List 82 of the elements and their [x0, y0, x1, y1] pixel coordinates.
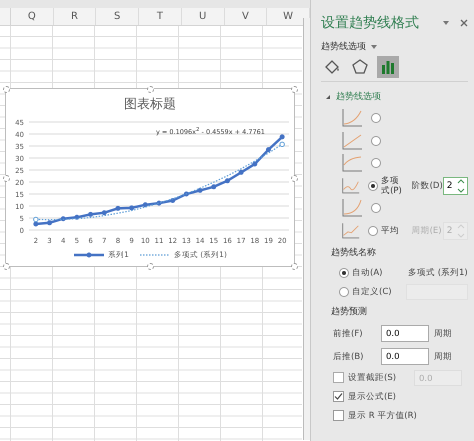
data-point — [60, 216, 66, 222]
checkbox[interactable] — [333, 410, 344, 421]
column-header[interactable]: U — [182, 8, 225, 25]
data-point — [102, 210, 107, 216]
resize-handle[interactable] — [147, 86, 154, 93]
data-point — [266, 147, 271, 152]
unit-label: 周期 — [434, 350, 452, 362]
data-point — [184, 192, 189, 196]
trend-chart-icon — [341, 130, 363, 151]
data-point — [252, 162, 258, 166]
options-menu[interactable]: 趋势线选项 — [321, 40, 366, 53]
data-point — [142, 202, 148, 208]
data-point — [238, 170, 244, 175]
data-point — [129, 205, 134, 210]
data-point — [170, 198, 176, 203]
column-header[interactable]: T — [139, 8, 182, 25]
data-point — [198, 188, 203, 193]
resize-handle[interactable] — [147, 263, 154, 270]
radio-button[interactable] — [339, 268, 349, 278]
chart-title: 图表标题 — [123, 96, 177, 113]
trend-chart-icon — [341, 153, 363, 174]
scrollbar[interactable] — [303, 18, 310, 440]
column-header[interactable]: V — [224, 8, 268, 25]
radio-button[interactable] — [371, 113, 381, 124]
resize-handle[interactable] — [291, 174, 298, 182]
group-heading: 趋势线名称 — [331, 246, 377, 259]
field-label: 前推(F) — [333, 328, 364, 340]
radio-button[interactable] — [371, 203, 381, 214]
option-label: 多项式(P) — [381, 176, 403, 196]
resize-handle[interactable] — [3, 174, 10, 182]
legend-line-icon — [73, 251, 106, 259]
field-label: 后推(B) — [333, 350, 364, 362]
option-label: 自定义(C) — [352, 286, 393, 298]
trend-endpoint — [33, 216, 39, 222]
option-label: 平均 — [381, 226, 400, 236]
resize-handle[interactable] — [3, 263, 10, 270]
field-label: 阶数(D) — [412, 180, 443, 192]
data-point — [47, 220, 52, 226]
paint-bucket-icon — [323, 58, 341, 76]
checkbox-label: 显示 R 平方值(R) — [348, 410, 417, 422]
section-header[interactable]: 趋势线选项 — [336, 90, 381, 103]
data-point — [224, 178, 230, 184]
checkbox-label: 显示公式(E) — [348, 390, 398, 402]
trend-chart-icon — [341, 220, 360, 241]
field-label: 周期(E) — [412, 224, 443, 237]
radio-button[interactable] — [368, 226, 378, 236]
dropdown-icon — [370, 44, 378, 50]
period-field[interactable]: 0.0 — [381, 325, 429, 342]
option-label: 自动(A) — [352, 266, 384, 278]
checkbox[interactable] — [333, 391, 344, 402]
group-heading: 趋势预测 — [331, 306, 368, 318]
column-header[interactable]: R — [54, 8, 96, 25]
trend-endpoint — [279, 142, 285, 148]
data-point — [211, 184, 216, 190]
resize-handle[interactable] — [291, 263, 298, 270]
data-point — [88, 212, 94, 217]
radio-button[interactable] — [371, 136, 381, 146]
panel-title: 设置趋势线格式 — [321, 14, 420, 32]
period-field[interactable]: 0.0 — [381, 348, 429, 365]
radio-button[interactable] — [368, 180, 378, 191]
bar-chart-icon — [379, 58, 397, 76]
unit-label: 周期 — [434, 328, 452, 340]
data-point — [156, 200, 162, 206]
checkbox-label: 设置截距(S) — [348, 372, 398, 384]
radio-button[interactable] — [371, 158, 381, 168]
trendline-name: 多项式 (系列1) — [408, 266, 468, 278]
column-header[interactable]: Q — [10, 8, 54, 25]
radio-button[interactable] — [339, 286, 349, 296]
resize-handle[interactable] — [291, 86, 298, 93]
number-spinner[interactable]: 2 — [442, 176, 468, 195]
trend-chart-icon — [341, 108, 363, 128]
data-point — [280, 134, 285, 140]
close-icon — [460, 19, 468, 27]
trend-chart-icon — [341, 198, 363, 218]
resize-handle[interactable] — [3, 86, 10, 93]
data-point — [74, 214, 80, 220]
pentagon-icon — [351, 58, 369, 76]
trend-chart-icon — [341, 176, 360, 196]
data-point — [33, 222, 38, 226]
data-point — [115, 206, 120, 211]
column-header[interactable]: S — [96, 8, 140, 25]
dropdown-icon — [442, 20, 450, 26]
